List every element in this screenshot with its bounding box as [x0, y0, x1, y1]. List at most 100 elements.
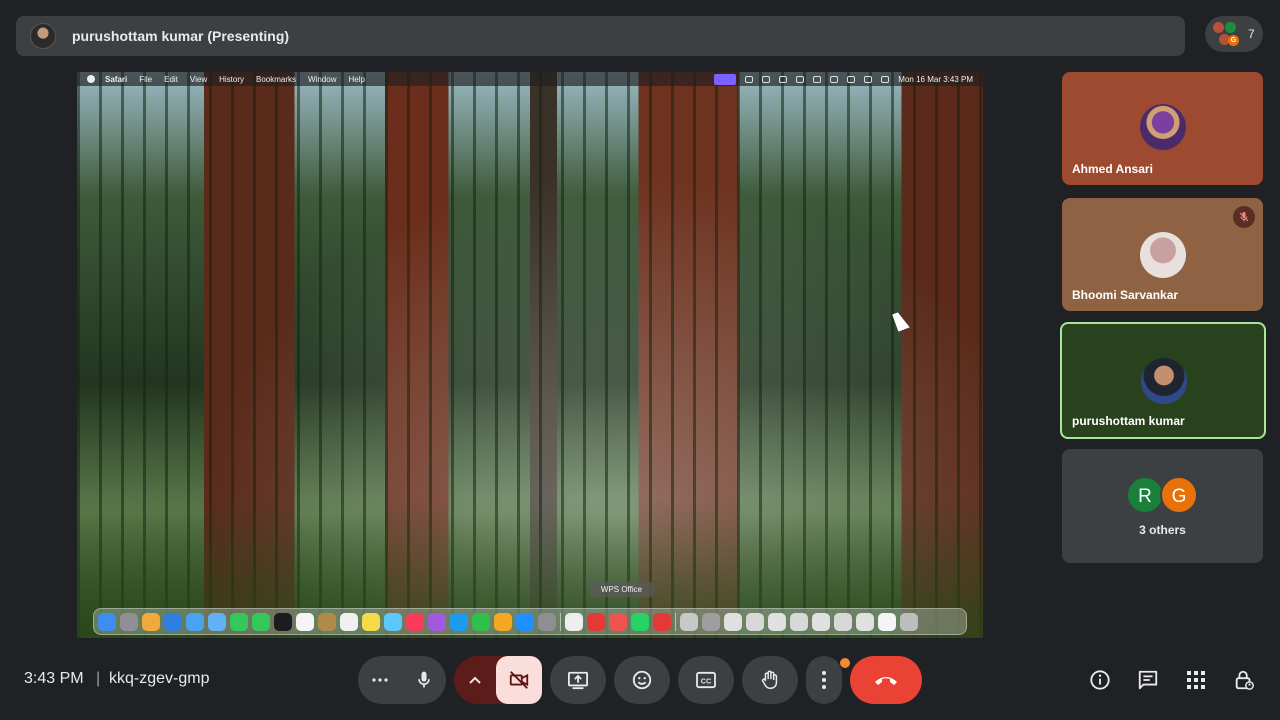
separator: | [96, 670, 101, 687]
participant-name: Bhoomi Sarvankar [1072, 288, 1179, 302]
participant-tile[interactable]: Bhoomi Sarvankar [1062, 198, 1263, 311]
calendar-icon [296, 612, 314, 631]
more-options-icon [372, 678, 388, 682]
apps-icon [1187, 671, 1205, 689]
microphone-button[interactable] [402, 656, 446, 704]
freeform-icon [384, 612, 402, 631]
music-icon [406, 612, 424, 631]
app-icon [609, 612, 627, 631]
participant-tile[interactable]: Ahmed Ansari [1062, 72, 1263, 185]
menubar-status: Mon 16 Mar 3:43 PM [714, 72, 973, 86]
end-call-button[interactable] [850, 656, 922, 704]
host-controls-icon [1235, 670, 1254, 690]
settings-icon [538, 612, 556, 631]
participant-mini-avatars: G [1213, 21, 1241, 47]
svg-text:CC: CC [701, 677, 711, 686]
participant-count: 7 [1248, 27, 1255, 41]
camera-off-icon [509, 671, 529, 689]
camera-button[interactable] [496, 656, 542, 704]
photos-icon [142, 612, 160, 631]
mini-avatar-g: G [1228, 35, 1239, 46]
participant-name: purushottam kumar [1072, 414, 1185, 428]
raise-hand-button[interactable] [742, 656, 798, 704]
avatar [1140, 232, 1186, 278]
mac-dock [93, 608, 967, 635]
meeting-time: 3:43 PM [24, 670, 84, 687]
menubar-clock: Mon 16 Mar 3:43 PM [898, 74, 973, 84]
menubar-item: Bookmarks [256, 74, 297, 84]
moon-icon [796, 75, 805, 83]
more-vert-icon [822, 671, 826, 689]
numbers-icon [472, 612, 490, 631]
notes-icon [362, 612, 380, 631]
mini-avatar [1225, 22, 1236, 33]
avatar-g: G [1160, 476, 1198, 514]
end-call-icon [875, 677, 897, 685]
present-screen-icon [568, 671, 588, 690]
app-store-icon [516, 612, 534, 631]
avatar [1141, 358, 1187, 404]
apple-icon [87, 75, 95, 83]
wps-office-icon [587, 612, 605, 631]
reactions-button[interactable] [614, 656, 670, 704]
chrome-icon [565, 612, 583, 631]
mac-menubar: Safari File Edit View History Bookmarks … [77, 72, 983, 86]
dock-tooltip: WPS Office [590, 582, 653, 597]
siri-icon [881, 75, 890, 83]
captions-button[interactable]: CC [678, 656, 734, 704]
dock-divider [675, 612, 676, 631]
trash-icon [900, 612, 918, 631]
file-icon [746, 612, 764, 631]
presenter-label: purushottam kumar (Presenting) [72, 28, 290, 44]
meeting-code: kkq-zgev-gmp [109, 670, 210, 687]
document-icon [680, 612, 698, 631]
mini-avatar [1213, 22, 1224, 33]
camera-group [454, 656, 542, 704]
presenter-avatar [30, 23, 56, 49]
keynote-icon [450, 612, 468, 631]
participants-button[interactable]: G 7 [1205, 16, 1263, 52]
file-icon [724, 612, 742, 631]
anydesk-icon [653, 612, 671, 631]
control-bar: 3:43 PM | kkq-zgev-gmp CC [0, 656, 1280, 704]
notification-dot [840, 658, 850, 668]
audio-options-button[interactable] [358, 656, 402, 704]
others-tile[interactable]: R G 3 others [1062, 449, 1263, 563]
mouse-cursor-icon [892, 310, 910, 332]
avatar-r: R [1126, 476, 1164, 514]
participant-tile-speaking[interactable]: purushottam kumar [1060, 322, 1266, 439]
video-options-button[interactable] [454, 656, 496, 704]
captions-icon: CC [696, 671, 716, 689]
screen-share-icon [714, 73, 737, 85]
others-avatars: R G [1126, 476, 1198, 514]
status-icon [762, 75, 771, 83]
raise-hand-icon [761, 670, 778, 689]
safari-icon [164, 612, 182, 631]
emoji-icon [632, 670, 652, 690]
chat-button[interactable] [1132, 664, 1164, 696]
participant-name: Ahmed Ansari [1072, 162, 1153, 176]
maps-icon [208, 612, 226, 631]
menubar-item: History [219, 74, 245, 84]
microphone-icon [418, 671, 430, 688]
activities-button[interactable] [1180, 664, 1212, 696]
host-controls-button[interactable] [1228, 664, 1260, 696]
file-icon [856, 612, 874, 631]
menubar-app: Safari [105, 74, 128, 84]
messages-icon [230, 612, 248, 631]
bluetooth-icon [813, 75, 822, 83]
finder-icon [98, 612, 116, 631]
status-icon [745, 75, 754, 83]
help-icon [702, 612, 720, 631]
file-icon [768, 612, 786, 631]
shared-screen: Safari File Edit View History Bookmarks … [77, 72, 983, 638]
info-icon [1090, 670, 1110, 690]
menubar-item: File [139, 74, 153, 84]
meeting-info-button[interactable] [1084, 664, 1116, 696]
present-button[interactable] [550, 656, 606, 704]
file-icon [878, 612, 896, 631]
file-icon [790, 612, 808, 631]
mic-group [358, 656, 446, 704]
muted-mic-icon [1233, 206, 1255, 228]
more-options-button[interactable] [806, 656, 842, 704]
